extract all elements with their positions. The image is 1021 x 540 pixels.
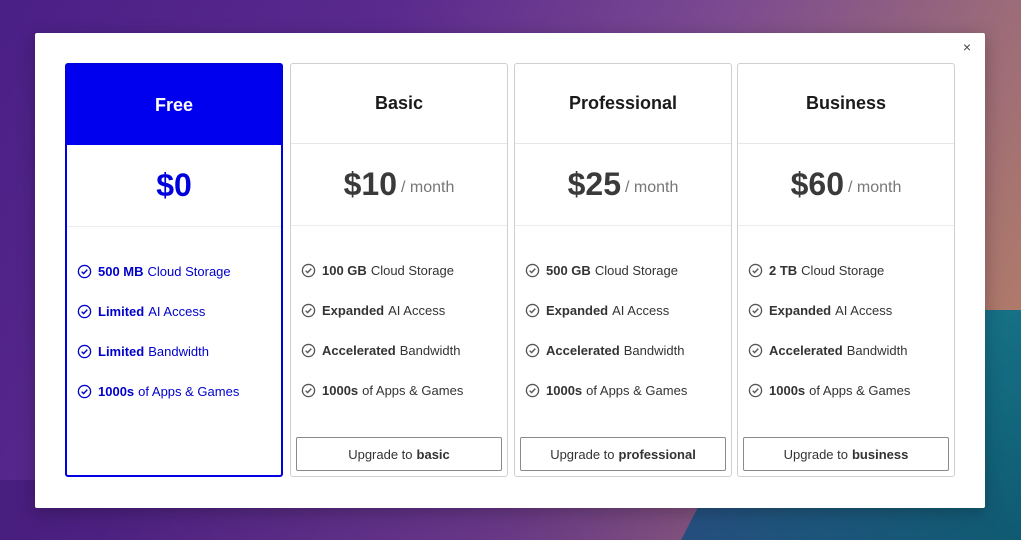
check-circle-icon: [301, 343, 316, 357]
upgrade-professional-button[interactable]: Upgrade to professional: [520, 437, 726, 471]
feature-item: 500 GB Cloud Storage: [525, 250, 731, 290]
upgrade-basic-button[interactable]: Upgrade to basic: [296, 437, 502, 471]
check-circle-icon: [525, 263, 540, 277]
feature-text: AI Access: [612, 302, 670, 318]
feature-text: of Apps & Games: [809, 382, 911, 398]
check-circle-icon: [748, 263, 763, 277]
feature-item: 1000s of Apps & Games: [525, 370, 731, 410]
check-circle-icon: [77, 384, 92, 398]
feature-text: Cloud Storage: [594, 262, 678, 278]
plan-title: Basic: [291, 64, 507, 144]
check-circle-icon: [748, 303, 763, 317]
feature-list: 500 GB Cloud Storage Expanded AI Access Ac…: [515, 226, 731, 410]
plan-title: Professional: [515, 64, 731, 144]
price-amount: $0: [156, 167, 192, 203]
feature-text: of Apps & Games: [138, 383, 240, 399]
close-icon[interactable]: ×: [959, 39, 975, 55]
pricing-modal: × Free $0 500 MB Cloud Storage Limited AI …: [35, 33, 985, 508]
feature-item: Limited Bandwidth: [77, 331, 281, 371]
feature-text: AI Access: [835, 302, 893, 318]
plan-price: $10 / month: [291, 144, 507, 226]
price-amount: $25: [567, 166, 622, 202]
check-circle-icon: [77, 344, 92, 358]
feature-text: Cloud Storage: [370, 262, 454, 278]
feature-text: Bandwidth: [399, 342, 461, 358]
price-period: / month: [848, 178, 902, 196]
upgrade-plan: business: [851, 446, 909, 462]
price-period: / month: [401, 178, 455, 196]
feature-bold: 500 GB: [546, 262, 591, 278]
feature-text: AI Access: [148, 303, 206, 319]
plan-card-business: Business $60 / month 2 TB Cloud Storage E…: [737, 63, 955, 477]
plan-title: Business: [738, 64, 954, 144]
upgrade-business-button[interactable]: Upgrade to business: [743, 437, 949, 471]
plan-price: $60 / month: [738, 144, 954, 226]
check-circle-icon: [525, 383, 540, 397]
feature-item: Expanded AI Access: [748, 290, 954, 330]
feature-bold: 100 GB: [322, 262, 367, 278]
feature-bold: Limited: [98, 303, 145, 319]
feature-item: Limited AI Access: [77, 291, 281, 331]
feature-item: Accelerated Bandwidth: [748, 330, 954, 370]
check-circle-icon: [77, 304, 92, 318]
feature-list: 100 GB Cloud Storage Expanded AI Access Ac…: [291, 226, 507, 410]
feature-text: Bandwidth: [846, 342, 908, 358]
feature-bold: Expanded: [546, 302, 609, 318]
feature-bold: Limited: [98, 343, 145, 359]
upgrade-prefix: Upgrade to: [783, 446, 848, 462]
feature-text: Cloud Storage: [147, 263, 231, 279]
feature-text: Bandwidth: [148, 343, 209, 359]
upgrade-prefix: Upgrade to: [550, 446, 615, 462]
plan-price: $25 / month: [515, 144, 731, 226]
feature-item: 1000s of Apps & Games: [748, 370, 954, 410]
feature-text: AI Access: [388, 302, 446, 318]
check-circle-icon: [77, 264, 92, 278]
feature-list: 2 TB Cloud Storage Expanded AI Access Acce…: [738, 226, 954, 410]
feature-item: Expanded AI Access: [301, 290, 507, 330]
feature-text: Cloud Storage: [801, 262, 885, 278]
check-circle-icon: [525, 303, 540, 317]
upgrade-prefix: Upgrade to: [348, 446, 413, 462]
feature-bold: 2 TB: [769, 262, 798, 278]
plan-card-professional: Professional $25 / month 500 GB Cloud Sto…: [514, 63, 732, 477]
feature-bold: 1000s: [546, 382, 583, 398]
feature-bold: Accelerated: [769, 342, 843, 358]
feature-item: Accelerated Bandwidth: [525, 330, 731, 370]
check-circle-icon: [301, 303, 316, 317]
feature-bold: 1000s: [322, 382, 359, 398]
feature-item: 1000s of Apps & Games: [77, 371, 281, 411]
feature-item: Accelerated Bandwidth: [301, 330, 507, 370]
check-circle-icon: [301, 263, 316, 277]
feature-bold: Accelerated: [546, 342, 620, 358]
feature-text: Bandwidth: [623, 342, 685, 358]
feature-bold: Accelerated: [322, 342, 396, 358]
upgrade-plan: basic: [416, 446, 450, 462]
feature-text: of Apps & Games: [586, 382, 688, 398]
plan-card-free[interactable]: Free $0 500 MB Cloud Storage Limited AI Ac…: [65, 63, 283, 477]
feature-item: 2 TB Cloud Storage: [748, 250, 954, 290]
feature-text: of Apps & Games: [362, 382, 464, 398]
feature-bold: 1000s: [98, 383, 135, 399]
check-circle-icon: [748, 343, 763, 357]
feature-bold: 1000s: [769, 382, 806, 398]
check-circle-icon: [748, 383, 763, 397]
feature-bold: Expanded: [769, 302, 832, 318]
price-amount: $10: [343, 166, 398, 202]
plan-price: $0: [67, 145, 281, 227]
feature-item: 100 GB Cloud Storage: [301, 250, 507, 290]
feature-item: Expanded AI Access: [525, 290, 731, 330]
feature-list: 500 MB Cloud Storage Limited AI Access Lim…: [67, 227, 281, 411]
feature-item: 500 MB Cloud Storage: [77, 251, 281, 291]
check-circle-icon: [301, 383, 316, 397]
plan-title: Free: [67, 65, 281, 145]
price-amount: $60: [790, 166, 845, 202]
check-circle-icon: [525, 343, 540, 357]
upgrade-plan: professional: [618, 446, 696, 462]
feature-bold: 500 MB: [98, 263, 144, 279]
feature-bold: Expanded: [322, 302, 385, 318]
price-period: / month: [625, 178, 679, 196]
feature-item: 1000s of Apps & Games: [301, 370, 507, 410]
plan-card-basic: Basic $10 / month 100 GB Cloud Storage Ex…: [290, 63, 508, 477]
